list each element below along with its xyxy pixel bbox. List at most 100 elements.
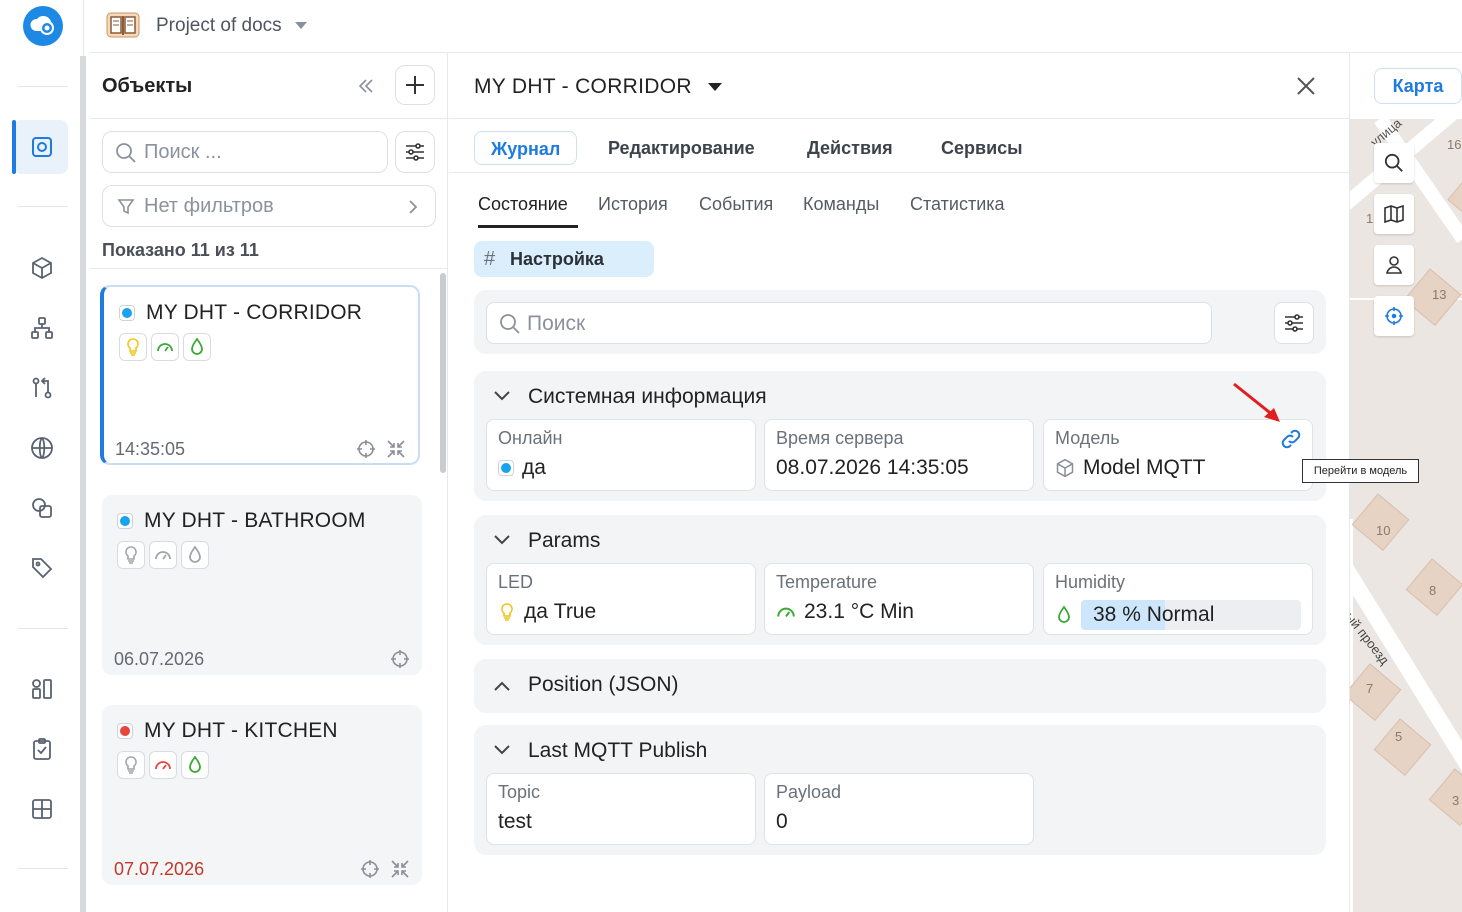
object-card-corridor[interactable]: MY DHT - CORRIDOR 14:35:05: [100, 285, 420, 465]
section-position[interactable]: Position (JSON): [474, 659, 1326, 713]
subtab-events[interactable]: События: [699, 194, 773, 215]
objects-search-input[interactable]: Поиск ...: [102, 131, 388, 173]
chevron-down-icon[interactable]: [492, 743, 512, 757]
section-title[interactable]: Системная информация: [528, 385, 767, 409]
tag-icon[interactable]: [27, 553, 57, 583]
field-label: Topic: [498, 782, 541, 802]
filter-settings-button[interactable]: [395, 131, 435, 173]
object-title: MY DHT - BATHROOM: [144, 509, 366, 532]
objects-title: Объекты: [102, 75, 193, 97]
field-value: Model MQTT: [1083, 456, 1206, 479]
object-selector[interactable]: MY DHT - CORRIDOR: [474, 75, 722, 99]
section-title[interactable]: Params: [528, 529, 600, 553]
drop-icon: [181, 541, 209, 569]
collapse-icon[interactable]: [390, 859, 410, 879]
globe-icon[interactable]: [27, 433, 57, 463]
clipboard-check-icon[interactable]: [27, 734, 57, 764]
section-title[interactable]: Position (JSON): [528, 673, 679, 697]
add-object-button[interactable]: [395, 65, 435, 105]
search-placeholder: Поиск: [527, 312, 586, 335]
field-humidity: Humidity 38 % Normal: [1043, 563, 1313, 635]
object-time: 06.07.2026: [114, 649, 205, 669]
online-dot: [120, 516, 130, 526]
dashboard-icon[interactable]: [27, 674, 57, 704]
map-search-button[interactable]: [1374, 143, 1414, 183]
subtab-underline: [478, 225, 578, 228]
status-indicator: [119, 305, 135, 321]
map-label: 5: [1395, 729, 1403, 744]
detail-title: MY DHT - CORRIDOR: [474, 75, 692, 98]
tab-actions[interactable]: Действия: [791, 131, 909, 165]
hierarchy-icon[interactable]: [27, 313, 57, 343]
rail-active-indicator: [12, 120, 16, 174]
section-title[interactable]: Last MQTT Publish: [528, 739, 707, 763]
map-locate-button[interactable]: [1374, 296, 1414, 336]
chevron-down-icon[interactable]: [492, 533, 512, 547]
section-params: Params LED да True Temperature 23.1 °C M…: [474, 515, 1326, 645]
chevron-down-icon[interactable]: [492, 389, 512, 403]
field-label: Время сервера: [776, 428, 904, 448]
object-time: 07.07.2026: [114, 859, 205, 879]
section-mqtt: Last MQTT Publish Topic test Payload 0: [474, 725, 1326, 855]
field-server-time: Время сервера 08.07.2026 14:35:05: [764, 419, 1034, 491]
map-layers-button[interactable]: [1374, 194, 1414, 234]
locate-icon[interactable]: [360, 859, 380, 879]
collapse-panel-icon[interactable]: [356, 76, 376, 96]
filters-button[interactable]: Нет фильтров: [102, 185, 436, 227]
project-selector[interactable]: Project of docs: [156, 15, 307, 37]
collapse-icon[interactable]: [386, 439, 406, 459]
field-temperature: Temperature 23.1 °C Min: [764, 563, 1034, 635]
gauge-icon: [776, 602, 796, 622]
object-card-bathroom[interactable]: MY DHT - BATHROOM 06.07.2026: [102, 495, 422, 675]
field-value: да: [522, 456, 546, 479]
field-model: Модель Model MQTT: [1043, 419, 1313, 491]
divider: [90, 118, 448, 119]
tab-services[interactable]: Сервисы: [925, 131, 1039, 165]
search-placeholder: Поиск ...: [144, 141, 222, 163]
rail-scrollbar[interactable]: [80, 56, 86, 912]
tab-edit[interactable]: Редактирование: [592, 131, 771, 165]
chevron-down-icon: [294, 22, 307, 30]
locate-icon[interactable]: [390, 649, 410, 669]
subtab-history[interactable]: История: [598, 194, 668, 215]
gauge-icon: [149, 541, 177, 569]
object-detail-panel: MY DHT - CORRIDOR Журнал Редактирование …: [449, 53, 1349, 912]
map-label: 3: [1452, 793, 1460, 808]
gauge-icon: [151, 333, 179, 361]
map-user-button[interactable]: [1374, 245, 1414, 285]
map-label: 8: [1429, 583, 1437, 598]
grid-icon[interactable]: [27, 794, 57, 824]
tooltip: Перейти в модель: [1302, 459, 1419, 483]
app-logo-icon[interactable]: [23, 6, 63, 46]
subtab-commands[interactable]: Команды: [803, 194, 879, 215]
rail-divider: [18, 628, 68, 629]
cube-icon[interactable]: [27, 253, 57, 283]
params-search-input[interactable]: Поиск: [486, 302, 1212, 344]
field-label: Payload: [776, 782, 842, 802]
locate-icon[interactable]: [356, 439, 376, 459]
subtab-state[interactable]: Состояние: [478, 194, 568, 215]
status-indicator: [498, 460, 514, 476]
map-tiles: [1350, 119, 1462, 912]
object-card-kitchen[interactable]: MY DHT - KITCHEN 07.07.2026: [102, 705, 422, 885]
tab-journal[interactable]: Журнал: [474, 131, 578, 165]
params-settings-button[interactable]: [1274, 302, 1314, 344]
link-icon[interactable]: [1280, 428, 1302, 450]
map-button[interactable]: Карта: [1374, 68, 1462, 104]
gauge-icon: [149, 751, 177, 779]
map-label: 13: [1432, 287, 1447, 302]
object-time: 14:35:05: [115, 439, 186, 459]
settings-tag[interactable]: # Настройка: [474, 241, 654, 277]
objects-scrollbar[interactable]: [440, 273, 446, 473]
map-canvas[interactable]: улица 16 1 13 10 8 тный проезд 7 5 3: [1350, 119, 1462, 912]
close-icon[interactable]: [1295, 75, 1317, 97]
chevron-up-icon[interactable]: [492, 679, 512, 693]
git-compare-icon[interactable]: [27, 373, 57, 403]
field-label: LED: [498, 572, 534, 592]
objects-icon[interactable]: [27, 132, 57, 162]
field-led: LED да True: [486, 563, 756, 635]
geozones-icon[interactable]: [27, 493, 57, 523]
map-label: 10: [1376, 523, 1391, 538]
field-value: 0: [776, 810, 788, 833]
subtab-statistics[interactable]: Статистика: [910, 194, 1005, 215]
